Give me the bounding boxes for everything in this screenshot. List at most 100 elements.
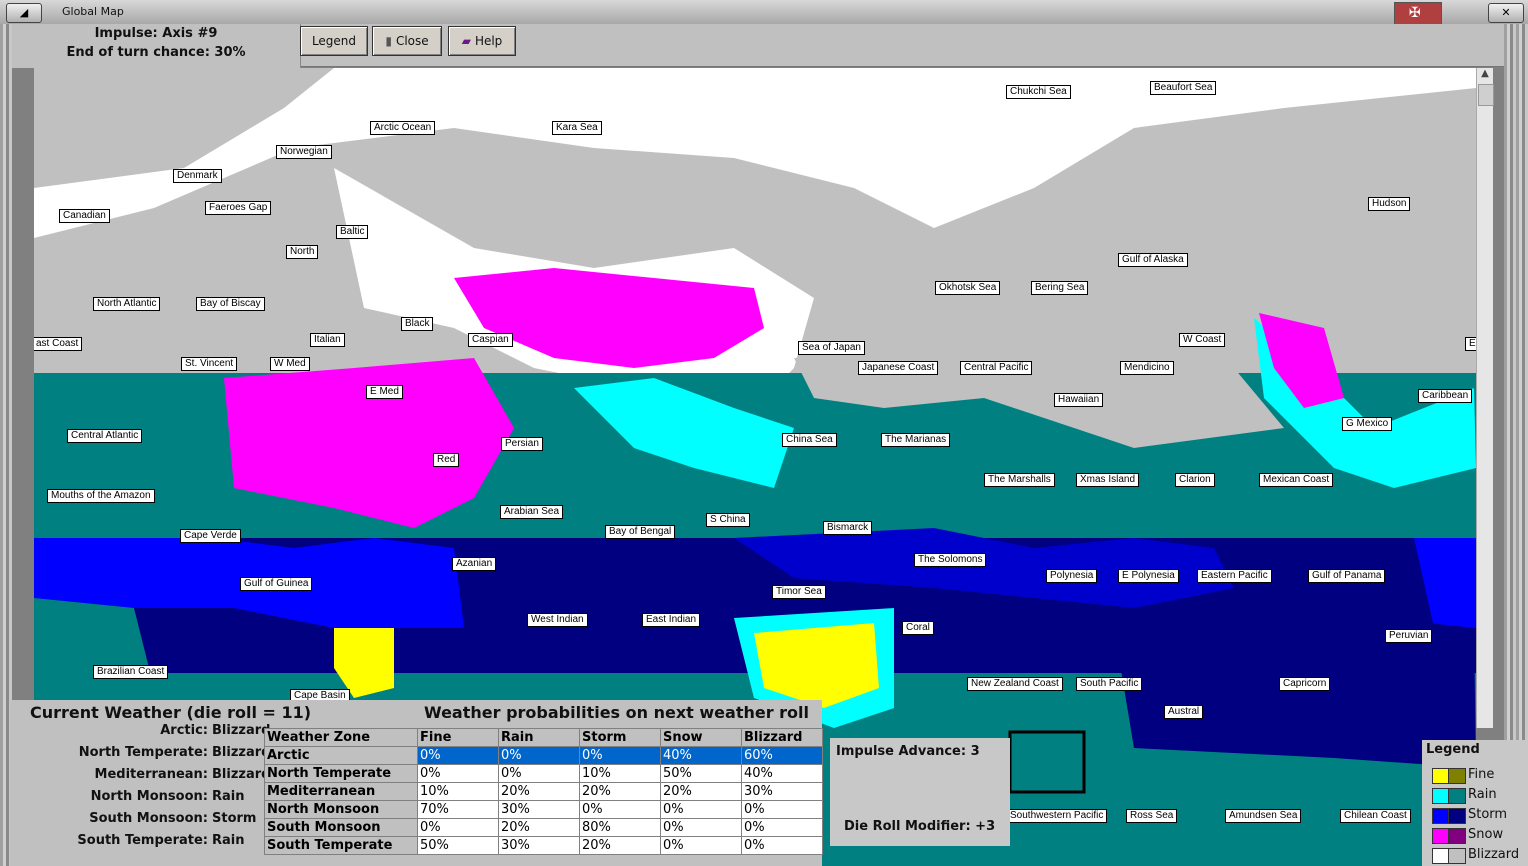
scroll-up-icon[interactable]: ▲: [1477, 68, 1493, 84]
map-label[interactable]: Ross Sea: [1126, 809, 1178, 823]
map-label[interactable]: Azanian: [452, 557, 497, 571]
map-label[interactable]: E Med: [366, 385, 403, 399]
map-label[interactable]: Bay of Bengal: [605, 525, 676, 539]
map-label[interactable]: Sea of Japan: [798, 341, 865, 355]
map-label[interactable]: Polynesia: [1046, 569, 1098, 583]
map-label[interactable]: W Med: [270, 357, 310, 371]
zone-cell: Mediterranean: [264, 782, 418, 801]
map-label[interactable]: The Marshalls: [984, 473, 1055, 487]
map-label[interactable]: South Pacific: [1076, 677, 1143, 691]
map-label[interactable]: Hawaiian: [1054, 393, 1104, 407]
impulse-advance: Impulse Advance: 3: [836, 744, 980, 759]
weather-zone-label: North Temperate:: [78, 745, 208, 760]
map-label[interactable]: E: [1465, 337, 1476, 351]
weather-zone-value: Rain: [212, 789, 245, 804]
value-cell: 0%: [498, 764, 580, 783]
weather-probability-table: Weather Zone Fine Rain Storm Snow Blizza…: [264, 728, 823, 855]
map-label[interactable]: Okhotsk Sea: [935, 281, 1001, 295]
map-label[interactable]: Norwegian: [276, 145, 332, 159]
weather-zone-label: Arctic:: [160, 723, 208, 738]
map-label[interactable]: Caspian: [468, 333, 513, 347]
map-label[interactable]: Mendicino: [1120, 361, 1174, 375]
map-label[interactable]: Eastern Pacific: [1197, 569, 1272, 583]
map-label[interactable]: Beaufort Sea: [1150, 81, 1217, 95]
map-label[interactable]: Amundsen Sea: [1225, 809, 1302, 823]
map-label[interactable]: Black: [401, 317, 434, 331]
map-label[interactable]: Arctic Ocean: [370, 121, 436, 135]
map-label[interactable]: Persian: [501, 437, 543, 451]
map-label[interactable]: Mouths of the Amazon: [47, 489, 155, 503]
close-button[interactable]: ▮ Close: [372, 26, 442, 56]
map-label[interactable]: Canadian: [59, 209, 110, 223]
map-label[interactable]: Hudson: [1368, 197, 1411, 211]
map-label[interactable]: Brazilian Coast: [93, 665, 169, 679]
map-vertical-scrollbar[interactable]: ▲: [1476, 68, 1494, 728]
map-label[interactable]: Bay of Biscay: [196, 297, 265, 311]
map-label[interactable]: Chilean Coast: [1340, 809, 1411, 823]
map-label[interactable]: Southwestern Pacific: [1006, 809, 1108, 823]
map-label[interactable]: Chukchi Sea: [1006, 85, 1071, 99]
map-label[interactable]: St. Vincent: [181, 357, 238, 371]
map-label[interactable]: Baltic: [336, 225, 369, 239]
map-label[interactable]: Arabian Sea: [500, 505, 564, 519]
zone-cell: South Temperate: [264, 836, 418, 855]
table-row[interactable]: South Temperate 50% 30% 20% 0% 0%: [264, 836, 823, 855]
map-label[interactable]: West Indian: [527, 613, 588, 627]
map-label[interactable]: Gulf of Guinea: [240, 577, 313, 591]
map-label[interactable]: Clarion: [1175, 473, 1215, 487]
table-row[interactable]: North Temperate 0% 0% 10% 50% 40%: [264, 764, 823, 783]
map-label[interactable]: Caribbean: [1418, 389, 1473, 403]
legend-button[interactable]: Legend: [300, 26, 368, 56]
map-label[interactable]: S China: [706, 513, 750, 527]
map-label[interactable]: North Atlantic: [93, 297, 161, 311]
map-label[interactable]: Gulf of Panama: [1308, 569, 1386, 583]
map-label[interactable]: Central Pacific: [960, 361, 1033, 375]
map-label[interactable]: Bering Sea: [1031, 281, 1089, 295]
map-label[interactable]: Peruvian: [1385, 629, 1433, 643]
map-label[interactable]: Kara Sea: [552, 121, 602, 135]
map-label[interactable]: Italian: [310, 333, 345, 347]
impulse-info: Impulse: Axis #9 End of turn chance: 30%: [12, 24, 301, 68]
map-label[interactable]: Xmas Island: [1076, 473, 1140, 487]
map-label[interactable]: W Coast: [1179, 333, 1226, 347]
legend-label: Fine: [1468, 767, 1495, 782]
map-label[interactable]: Capricorn: [1279, 677, 1331, 691]
map-label[interactable]: Central Atlantic: [67, 429, 143, 443]
close-window-icon[interactable]: ✕: [1488, 3, 1524, 23]
fine-dark-swatch-icon: [1448, 768, 1466, 784]
value-cell: 80%: [579, 818, 661, 837]
map-label[interactable]: Faeroes Gap: [205, 201, 272, 215]
value-cell: 0%: [741, 800, 823, 819]
value-cell: 0%: [417, 764, 499, 783]
map-label[interactable]: ast Coast: [34, 337, 83, 351]
value-cell: 0%: [741, 836, 823, 855]
help-button[interactable]: ▰ Help: [448, 26, 516, 56]
map-label[interactable]: East Indian: [642, 613, 701, 627]
value-cell: 70%: [417, 800, 499, 819]
map-label[interactable]: Coral: [902, 621, 934, 635]
map-label[interactable]: Timor Sea: [772, 585, 826, 599]
map-label[interactable]: Gulf of Alaska: [1118, 253, 1188, 267]
column-header: Rain: [498, 728, 580, 747]
map-label[interactable]: Cape Verde: [180, 529, 241, 543]
map-label[interactable]: The Solomons: [914, 553, 987, 567]
map-label[interactable]: Red: [433, 453, 460, 467]
table-row[interactable]: North Monsoon 70% 30% 0% 0% 0%: [264, 800, 823, 819]
table-row[interactable]: Arctic 0% 0% 0% 40% 60%: [264, 746, 823, 765]
map-label[interactable]: Japanese Coast: [858, 361, 939, 375]
map-label[interactable]: China Sea: [782, 433, 837, 447]
map-label[interactable]: Mexican Coast: [1259, 473, 1334, 487]
table-row[interactable]: South Monsoon 0% 20% 80% 0% 0%: [264, 818, 823, 837]
map-label[interactable]: Denmark: [173, 169, 222, 183]
map-label[interactable]: The Marianas: [881, 433, 951, 447]
window-menu-button[interactable]: ◢: [6, 3, 42, 23]
scroll-thumb[interactable]: [1478, 84, 1494, 106]
map-label[interactable]: Austral: [1164, 705, 1204, 719]
map-label[interactable]: New Zealand Coast: [967, 677, 1063, 691]
close-door-icon: ▮: [385, 34, 392, 48]
table-row[interactable]: Mediterranean 10% 20% 20% 20% 30%: [264, 782, 823, 801]
map-label[interactable]: G Mexico: [1342, 417, 1393, 431]
map-label[interactable]: E Polynesia: [1118, 569, 1179, 583]
map-label[interactable]: North: [286, 245, 319, 259]
map-label[interactable]: Bismarck: [823, 521, 873, 535]
